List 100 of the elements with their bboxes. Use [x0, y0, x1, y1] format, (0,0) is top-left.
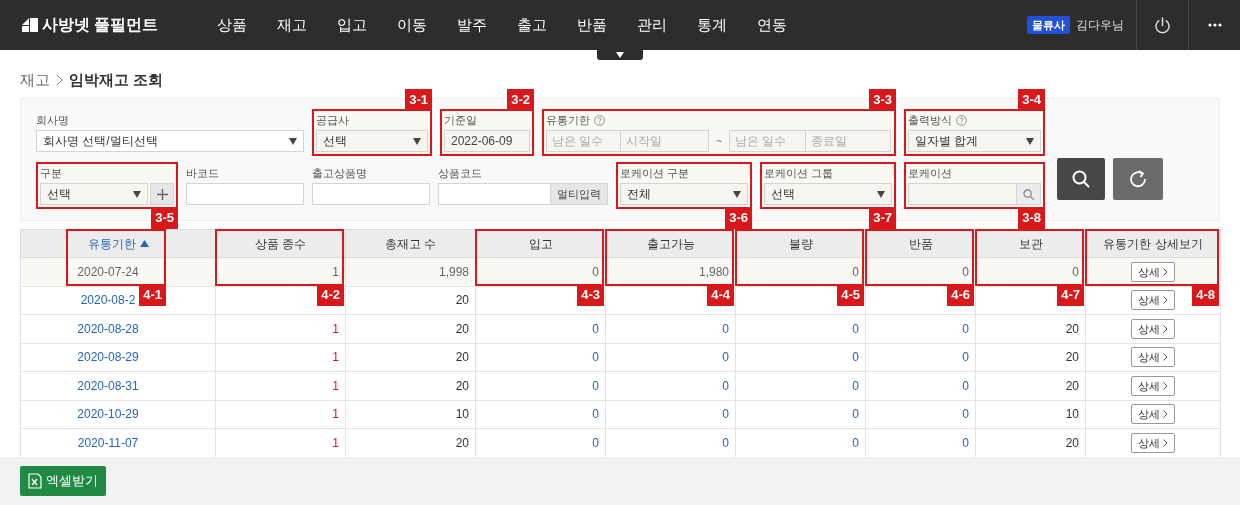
- table-cell: 0: [722, 435, 729, 450]
- menu-item[interactable]: 이동: [382, 13, 442, 37]
- detail-button[interactable]: 상세: [1131, 404, 1175, 425]
- date-link[interactable]: 2020-08-2: [80, 293, 136, 308]
- reset-button[interactable]: [1113, 158, 1163, 200]
- caret-icon: [289, 137, 297, 145]
- input-field[interactable]: [186, 183, 304, 205]
- menu-toggle[interactable]: [597, 50, 643, 60]
- field-label: 로케이션 구분: [620, 166, 690, 182]
- logo-icon: [22, 18, 38, 32]
- input-field[interactable]: [438, 183, 551, 205]
- table-cell: 0: [852, 264, 859, 279]
- field-label: 상품코드: [438, 166, 482, 182]
- table-cell: 0: [962, 378, 969, 393]
- detail-button[interactable]: 상세: [1131, 375, 1175, 396]
- table-cell: 1,980: [698, 264, 729, 279]
- menu-item[interactable]: 재고: [262, 13, 322, 37]
- caret-icon: [413, 137, 421, 145]
- table-cell: 0: [962, 435, 969, 450]
- field-label: 유통기한: [546, 113, 590, 129]
- chevron-icon: [1163, 410, 1168, 419]
- chevron-icon: [1163, 296, 1168, 305]
- table-cell: 1: [332, 435, 339, 450]
- table-cell: 0: [852, 350, 859, 365]
- column-header: 총재고 수: [345, 229, 476, 258]
- field-label: 기준일: [444, 113, 477, 129]
- input-field[interactable]: [908, 183, 1017, 205]
- select-field[interactable]: 일자별 합계: [908, 130, 1041, 152]
- search-button[interactable]: [1057, 158, 1105, 200]
- add-button[interactable]: [150, 183, 174, 205]
- date-link[interactable]: 2020-11-07: [77, 435, 139, 450]
- user-name: 김다우님: [1076, 17, 1124, 34]
- power-icon: [1154, 16, 1171, 34]
- table-cell: 0: [962, 321, 969, 336]
- column-header: 불량: [735, 229, 866, 258]
- annotation-badge: 3-8: [1018, 207, 1045, 229]
- caret-icon: [733, 190, 741, 198]
- annotation-badge: 4-2: [317, 284, 344, 306]
- table-cell: 0: [852, 321, 859, 336]
- table-cell: 10: [1065, 407, 1079, 422]
- select-field[interactable]: 선택: [764, 183, 892, 205]
- annotation-badge: 3-5: [151, 207, 178, 229]
- breadcrumb-item[interactable]: 재고: [20, 68, 50, 92]
- select-field[interactable]: 전체: [620, 183, 748, 205]
- menu-item[interactable]: 입고: [322, 13, 382, 37]
- caret-icon: [133, 190, 141, 198]
- column-header: 상품 종수: [215, 229, 346, 258]
- column-header: 유통기한 상세보기: [1085, 229, 1221, 258]
- role-badge: 물류사: [1027, 15, 1070, 35]
- table-cell: 1: [332, 321, 339, 336]
- annotation-badge: 4-5: [837, 284, 864, 306]
- date-link[interactable]: 2020-07-24: [77, 264, 139, 279]
- field-label: 로케이션: [908, 166, 952, 182]
- field-label: 로케이션 그룹: [764, 166, 834, 182]
- date-field[interactable]: 2022-06-09: [444, 130, 530, 152]
- column-header[interactable]: 유통기한: [20, 229, 216, 258]
- table-cell: 20: [1065, 350, 1079, 365]
- table-cell: 1: [332, 378, 339, 393]
- table-cell: 0: [592, 378, 599, 393]
- date-link[interactable]: 2020-08-28: [77, 321, 139, 336]
- table-cell: 20: [455, 293, 469, 308]
- select-field[interactable]: 선택: [40, 183, 148, 205]
- menu-item[interactable]: 출고: [502, 13, 562, 37]
- table-cell: 0: [592, 264, 599, 279]
- date-link[interactable]: 2020-08-31: [77, 378, 139, 393]
- chevron-icon: [1163, 324, 1168, 333]
- detail-button[interactable]: 상세: [1131, 432, 1175, 453]
- table-cell: 0: [722, 378, 729, 393]
- field-label: 공급사: [316, 113, 349, 129]
- multi-input-button[interactable]: 멀티입력: [551, 183, 608, 205]
- detail-button[interactable]: 상세: [1131, 347, 1175, 368]
- menu-item[interactable]: 반품: [562, 13, 622, 37]
- input-field[interactable]: [312, 183, 430, 205]
- table-cell: 20: [455, 321, 469, 336]
- annotation-badge: 3-2: [507, 89, 534, 111]
- menu-item[interactable]: 관리: [622, 13, 682, 37]
- column-header: 출고가능: [605, 229, 736, 258]
- menu-item[interactable]: 통계: [682, 13, 742, 37]
- menu-item[interactable]: 발주: [442, 13, 502, 37]
- table-cell: 1: [332, 407, 339, 422]
- annotation-badge: 4-8: [1192, 284, 1219, 306]
- table-cell: 20: [1065, 435, 1079, 450]
- annotation-badge: 4-4: [707, 284, 734, 306]
- menu-item[interactable]: 상품: [202, 13, 262, 37]
- select-field[interactable]: 선택: [316, 130, 428, 152]
- detail-button[interactable]: 상세: [1131, 290, 1175, 311]
- field-label: 바코드: [186, 166, 219, 182]
- table-cell: 0: [592, 407, 599, 422]
- table-cell: 1,998: [438, 264, 469, 279]
- detail-button[interactable]: 상세: [1131, 261, 1175, 282]
- spreadsheet-icon: [28, 473, 42, 489]
- date-link[interactable]: 2020-08-29: [77, 350, 139, 365]
- menu-item[interactable]: 연동: [742, 13, 802, 37]
- date-link[interactable]: 2020-10-29: [77, 407, 139, 422]
- table-cell: 0: [962, 407, 969, 422]
- detail-button[interactable]: 상세: [1131, 318, 1175, 339]
- caret-icon: [877, 190, 885, 198]
- select-field[interactable]: 회사명 선택/멀티선택: [36, 130, 304, 152]
- table-cell: 20: [1065, 378, 1079, 393]
- excel-download-button[interactable]: 엑셀받기: [20, 466, 106, 496]
